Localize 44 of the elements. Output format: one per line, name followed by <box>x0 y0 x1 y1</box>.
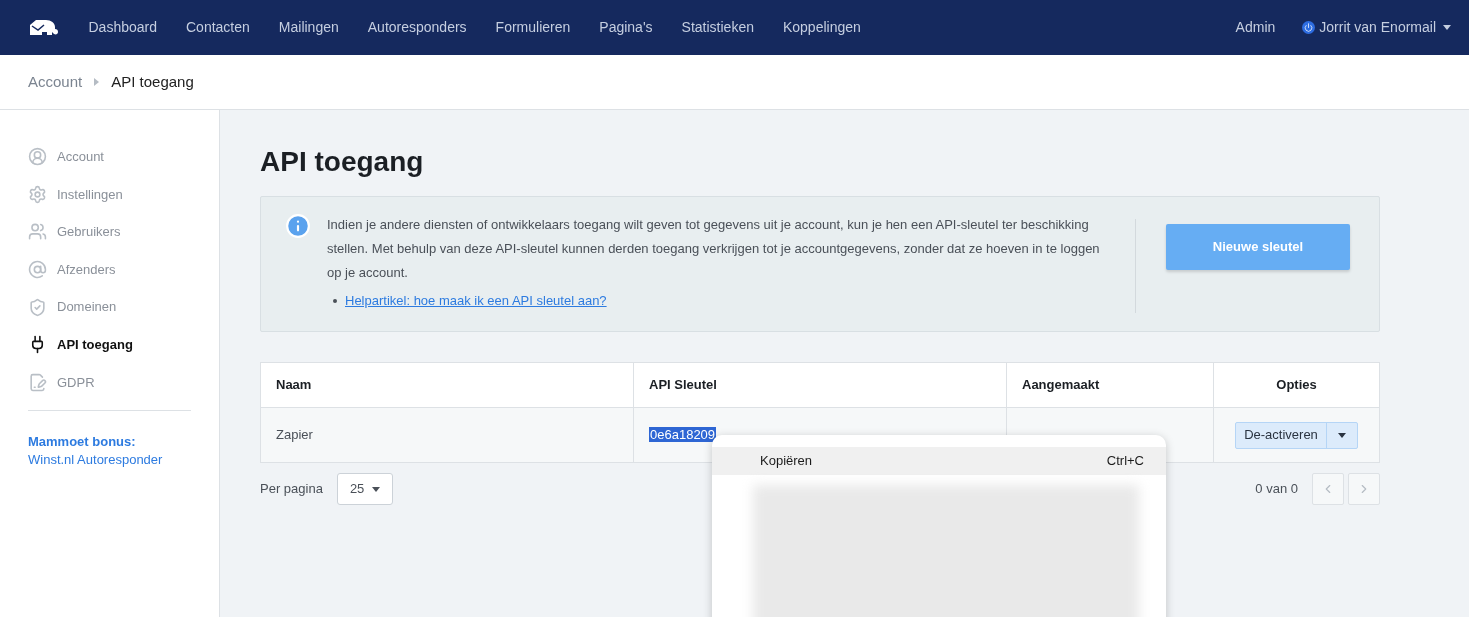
previous-page-button[interactable] <box>1312 473 1344 505</box>
table-cell: Zapier <box>260 407 634 463</box>
settings-icon <box>28 184 47 204</box>
admin-link[interactable]: Admin <box>1235 17 1276 38</box>
bonus-title: Mammoet bonus: <box>28 433 137 452</box>
help-article-link[interactable]: Helpartikel: hoe maak ik een API sleutel aan? <box>345 289 607 313</box>
elephant-logo-icon <box>28 18 60 37</box>
nav-link[interactable]: Koppelingen <box>768 17 876 38</box>
nav-link[interactable]: Dashboard <box>74 17 172 38</box>
nav-link[interactable]: Formulieren <box>481 17 585 38</box>
document-icon <box>28 372 47 392</box>
caret-icon <box>1443 25 1451 30</box>
sidebar-item[interactable]: API toegang <box>28 325 191 364</box>
page-title: API toegang <box>260 146 425 178</box>
power-icon <box>1302 21 1316 34</box>
column-header: API Sleutel <box>633 362 1007 408</box>
nav-link[interactable]: Statistieken <box>667 17 769 38</box>
breadcrumb-current: API toegang <box>111 71 194 92</box>
caret-icon <box>372 486 381 492</box>
per-page-select[interactable]: 25 <box>336 473 394 505</box>
api-key-text: 0e6a18209 <box>649 427 717 443</box>
bonus-link[interactable]: Winst.nl Autoresponder <box>28 451 191 470</box>
user-icon <box>28 147 47 167</box>
per-page-label: Per pagina <box>260 480 323 499</box>
context-menu-item[interactable]: Kopiëren Ctrl+C <box>712 447 1166 475</box>
bullet-icon <box>333 299 337 303</box>
pagination-text: 0 van 0 <box>1255 480 1298 499</box>
column-header: Naam <box>260 362 634 408</box>
breadcrumb-link[interactable]: Account <box>28 70 83 94</box>
column-header: Opties <box>1213 362 1380 408</box>
users-icon <box>28 222 47 242</box>
at-sign-icon <box>28 260 47 280</box>
nav-link[interactable]: Pagina's <box>584 17 668 38</box>
user-menu[interactable]: Jorrit van Enormail <box>1302 17 1451 38</box>
next-page-button[interactable] <box>1348 473 1380 505</box>
info-text: Indien je andere diensten of ontwikkelaars toegang wilt geven tot gegevens uit je account, kun je hen een API-sleutel ter beschikking stellen. Met behulp van deze API-sleutel kunnen derden toegang verkrijgen tot je accountgegevens, zonder dat ze hoeven in te loggen op je account. <box>327 216 1101 282</box>
info-icon <box>285 213 311 239</box>
breadcrumb-separator-icon <box>94 78 100 86</box>
column-header: Aangemaakt <box>1006 362 1214 408</box>
caret-icon <box>1337 432 1346 438</box>
nav-link[interactable]: Contacten <box>171 17 265 38</box>
nav-link[interactable]: Mailingen <box>264 17 354 38</box>
shield-icon <box>28 297 47 317</box>
nav-link[interactable]: Autoresponders <box>353 17 482 38</box>
